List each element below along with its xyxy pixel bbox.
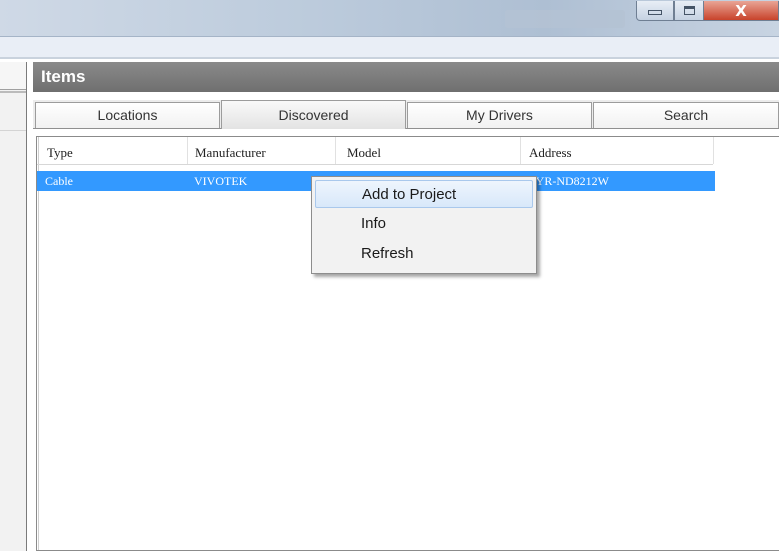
minimize-icon bbox=[648, 10, 662, 15]
window-title-bar: X bbox=[0, 0, 779, 36]
column-divider[interactable] bbox=[520, 137, 521, 164]
close-button[interactable]: X bbox=[704, 1, 779, 21]
cell-address: VYR-ND8212W bbox=[527, 174, 609, 188]
items-panel-header: Items bbox=[33, 62, 779, 92]
left-panel-header bbox=[0, 62, 26, 90]
left-panel-tab-strip bbox=[0, 91, 26, 93]
menu-item-add-to-project[interactable]: Add to Project bbox=[315, 180, 533, 208]
menu-item-label: Add to Project bbox=[362, 186, 457, 203]
menu-item-refresh[interactable]: Refresh bbox=[315, 240, 533, 268]
column-divider[interactable] bbox=[335, 137, 336, 164]
column-header-manufacturer[interactable]: Manufacturer bbox=[195, 145, 266, 161]
items-panel-title: Items bbox=[41, 67, 86, 86]
column-header-model[interactable]: Model bbox=[347, 145, 381, 161]
left-panel-row bbox=[0, 130, 26, 131]
menu-item-label: Info bbox=[361, 215, 387, 232]
tab-my-drivers[interactable]: My Drivers bbox=[407, 102, 592, 128]
items-tab-bar: Locations Discovered My Drivers Search bbox=[33, 100, 779, 129]
tab-discovered[interactable]: Discovered bbox=[221, 100, 406, 129]
maximize-icon bbox=[683, 6, 695, 15]
maximize-button[interactable] bbox=[674, 1, 704, 21]
column-header-address[interactable]: Address bbox=[529, 145, 572, 161]
divider bbox=[0, 57, 779, 59]
minimize-button[interactable] bbox=[636, 1, 674, 21]
window-title-text-area bbox=[505, 10, 625, 28]
column-divider[interactable] bbox=[187, 137, 188, 164]
column-header-type[interactable]: Type bbox=[47, 145, 73, 161]
tab-locations[interactable]: Locations bbox=[35, 102, 220, 128]
cell-manufacturer: VIVOTEK bbox=[194, 174, 248, 188]
context-menu: Add to Project Info Refresh bbox=[311, 176, 537, 274]
menu-strip bbox=[0, 36, 779, 57]
menu-item-info[interactable]: Info bbox=[315, 210, 533, 238]
close-icon: X bbox=[735, 1, 747, 20]
column-divider[interactable] bbox=[713, 137, 714, 164]
left-panel bbox=[0, 62, 27, 551]
list-border bbox=[38, 137, 39, 550]
tab-search[interactable]: Search bbox=[593, 102, 779, 128]
menu-item-label: Refresh bbox=[361, 245, 414, 262]
column-headers: Type Manufacturer Model Address bbox=[37, 137, 714, 165]
cell-type: Cable bbox=[45, 174, 73, 188]
